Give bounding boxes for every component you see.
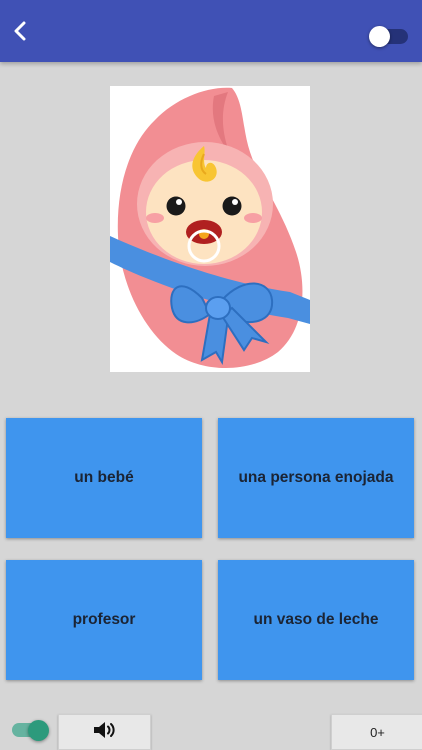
score-button[interactable]: 0+: [331, 714, 422, 750]
answer-button[interactable]: profesor: [6, 560, 202, 680]
question-image: [110, 86, 310, 372]
footer-toggle-switch[interactable]: [12, 720, 49, 741]
sound-button[interactable]: [58, 714, 151, 750]
answer-button[interactable]: una persona enojada: [218, 418, 414, 538]
answer-label: un vaso de leche: [253, 611, 379, 628]
swaddled-baby-icon: [110, 86, 310, 372]
toggle-knob: [28, 720, 49, 741]
answer-label: una persona enojada: [238, 469, 394, 486]
answer-label: un bebé: [74, 469, 134, 486]
answer-button[interactable]: un vaso de leche: [218, 560, 414, 680]
score-label: 0+: [370, 724, 385, 740]
chevron-left-icon: [12, 21, 28, 46]
app-bar: [0, 0, 422, 62]
back-button[interactable]: [6, 19, 34, 47]
speaker-volume-icon: [92, 720, 118, 745]
answer-label: profesor: [72, 611, 136, 628]
toggle-knob: [369, 26, 390, 47]
mode-toggle-switch[interactable]: [369, 26, 408, 47]
answer-button[interactable]: un bebé: [6, 418, 202, 538]
